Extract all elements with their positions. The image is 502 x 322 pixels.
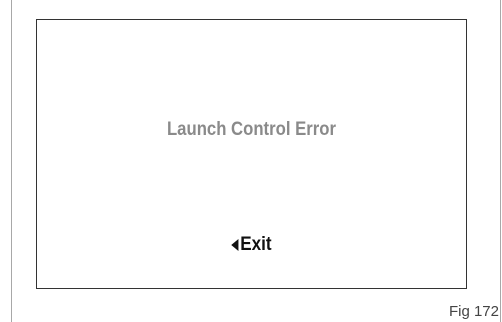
exit-button-content[interactable]: Exit [231, 234, 272, 256]
exit-label: Exit [240, 234, 272, 255]
exit-button[interactable]: Exit [37, 234, 466, 256]
figure-caption: Fig 172 [448, 303, 499, 320]
error-message: Launch Control Error [166, 119, 337, 140]
dashboard-screen: Launch Control Error Exit [36, 19, 467, 289]
back-arrow-icon [231, 239, 239, 251]
